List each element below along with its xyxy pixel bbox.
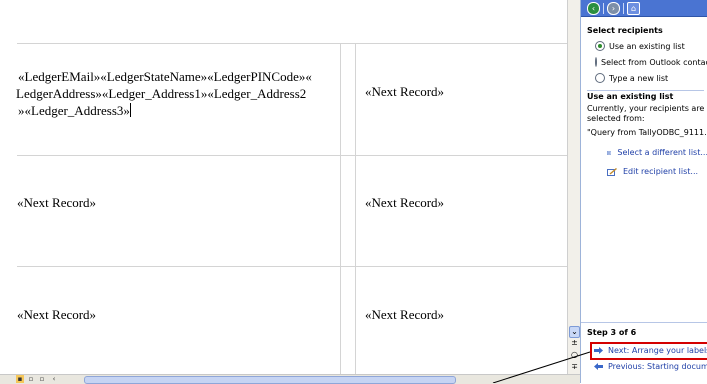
option-use-existing-list[interactable]: Use an existing list	[581, 38, 707, 54]
select-recipients-heading: Select recipients	[587, 26, 663, 35]
document-area[interactable]: «LedgerEMail»«LedgerStateName»«LedgerPIN…	[0, 0, 567, 374]
toolbar-separator	[623, 2, 624, 14]
table-border-top	[17, 43, 567, 44]
print-layout-icon[interactable]: ▫	[38, 375, 46, 383]
query-source-text: "Query from TallyODBC_9111.dc	[587, 128, 707, 137]
option-label: Use an existing list	[609, 41, 685, 51]
highlight-box	[590, 342, 707, 360]
merge-field-line-1: «LedgerEMail»«LedgerStateName»«LedgerPIN…	[18, 69, 312, 84]
current-source-text-2: selected from:	[587, 114, 645, 123]
merge-field-line-2: LedgerAddress»«Ledger_Address1»«Ledger_A…	[16, 86, 307, 101]
merge-fields-block[interactable]: «LedgerEMail»«LedgerStateName»«LedgerPIN…	[16, 68, 312, 119]
option-label: Type a new list	[609, 73, 669, 83]
scroll-left-icon[interactable]: ‹	[50, 375, 58, 383]
table-border-row3	[17, 266, 567, 267]
home-icon[interactable]: ⌂	[627, 1, 640, 15]
link-label: Select a different list...	[617, 148, 707, 157]
option-label: Select from Outlook contacts	[601, 57, 707, 67]
toolbar-separator	[603, 2, 604, 14]
next-record-cell-2-2[interactable]: «Next Record»	[365, 194, 444, 211]
back-icon[interactable]: ‹	[587, 1, 600, 15]
step-divider	[581, 322, 707, 323]
current-source-text-1: Currently, your recipients are	[587, 104, 705, 113]
next-record-cell-2-1[interactable]: «Next Record»	[17, 194, 96, 211]
scroll-down-arrow-icon[interactable]: ⌄	[569, 326, 580, 338]
previous-arrow-icon	[594, 362, 603, 370]
select-browse-object-icon[interactable]: ○	[569, 350, 580, 360]
text-caret	[129, 103, 131, 117]
option-select-outlook-contacts[interactable]: Select from Outlook contacts	[581, 54, 707, 70]
table-border-mid-left	[340, 43, 341, 374]
previous-link-label: Previous: Starting documen	[608, 361, 707, 371]
radio-selected-icon[interactable]	[595, 41, 605, 51]
mail-merge-task-pane: ‹ › ⌂ Select recipients Use an existing …	[580, 0, 707, 383]
option-type-new-list[interactable]: Type a new list	[581, 70, 707, 86]
normal-view-icon[interactable]: ▪	[16, 375, 24, 383]
previous-step-link[interactable]: Previous: Starting documen	[594, 359, 707, 373]
step-indicator: Step 3 of 6	[587, 328, 637, 337]
web-layout-icon[interactable]: ▫	[27, 375, 35, 383]
next-page-icon[interactable]: ∓	[569, 362, 580, 372]
next-record-cell-3-1[interactable]: «Next Record»	[17, 306, 96, 323]
link-label: Edit recipient list...	[623, 167, 699, 176]
next-record-cell-1-2[interactable]: «Next Record»	[365, 83, 444, 100]
existing-list-heading: Use an existing list	[587, 92, 674, 101]
select-different-list-link[interactable]: Select a different list...	[581, 143, 707, 162]
merge-field-line-3: »«Ledger_Address3»	[18, 103, 131, 118]
previous-page-icon[interactable]: ±	[569, 338, 580, 348]
edit-recipient-list-link[interactable]: Edit recipient list...	[581, 162, 707, 181]
next-record-cell-3-2[interactable]: «Next Record»	[365, 306, 444, 323]
table-border-row2	[17, 155, 567, 156]
radio-icon[interactable]	[595, 57, 597, 67]
vertical-scrollbar[interactable]: ⌄ ± ○ ∓	[567, 0, 581, 374]
table-border-mid-right	[355, 43, 356, 374]
radio-icon[interactable]	[595, 73, 605, 83]
address-book-icon	[607, 150, 612, 155]
task-pane-toolbar: ‹ › ⌂	[581, 0, 707, 17]
forward-icon[interactable]: ›	[607, 1, 620, 15]
edit-list-icon	[607, 167, 617, 176]
section-divider	[587, 90, 704, 91]
